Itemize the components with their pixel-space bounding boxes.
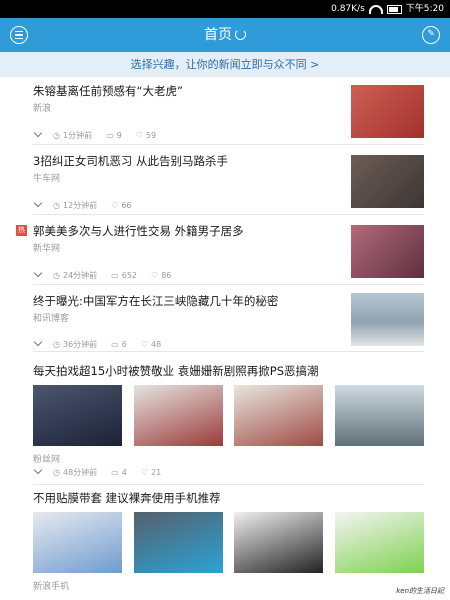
compass-icon[interactable]: ✎ (422, 26, 440, 44)
gallery-image[interactable] (234, 512, 324, 573)
comment-icon: ▭ (111, 340, 119, 349)
news-source: 新华网 (33, 244, 61, 254)
clock-icon: ◷ (53, 468, 60, 477)
clock-icon: ◷ (53, 201, 60, 210)
app-screen: 0.87K/s 下午5:20 首页 ✎ 选择兴趣，让你的新闻立即与众不同 > 朱… (0, 0, 450, 600)
wifi-icon (368, 4, 383, 14)
news-item[interactable]: 终于曝光:中国军方在长江三峡隐藏几十年的秘密 和讯博客 ◷ 36分钟前 ▭ 6 ♡ 4… (33, 293, 424, 352)
news-thumbnail[interactable] (351, 155, 424, 208)
chevron-down-icon[interactable] (33, 132, 44, 139)
news-source: 和讯博客 (33, 314, 70, 324)
news-title[interactable]: 终于曝光:中国军方在长江三峡隐藏几十年的秘密 (33, 293, 278, 309)
news-thumbnail[interactable] (351, 225, 424, 278)
news-title[interactable]: 每天拍戏超15小时被赞敬业 袁姗姗新剧照再掀PS恶搞潮 (33, 363, 319, 379)
heart-icon: ♡ (140, 340, 148, 349)
image-strip (33, 512, 424, 573)
comment-icon: ▭ (111, 271, 119, 280)
hot-badge: 热 (16, 225, 27, 236)
chevron-down-icon[interactable] (33, 341, 44, 348)
news-meta: ◷ 1分钟前 ▭ 9 ♡ 59 (33, 130, 170, 141)
news-item[interactable]: 郭美美多次与人进行性交易 外籍男子居多 新华网 ◷ 24分钟前 ▭ 652 ♡ 86 (33, 223, 424, 285)
watermark: ken的生活日記 (396, 587, 444, 595)
gallery-image[interactable] (234, 385, 324, 446)
news-source: 粉丝网 (33, 455, 61, 465)
news-title[interactable]: 朱镕基离任前预感有“大老虎” (33, 83, 183, 99)
news-meta: ◷ 36分钟前 ▭ 6 ♡ 48 (33, 339, 175, 350)
news-title[interactable]: 3招纠正女司机恶习 从此告别马路杀手 (33, 153, 228, 169)
chevron-down-icon[interactable] (33, 469, 44, 476)
network-speed: 0.87K/s (331, 4, 365, 14)
top-bar: 首页 ✎ (0, 18, 450, 52)
news-title[interactable]: 郭美美多次与人进行性交易 外籍男子居多 (33, 223, 244, 239)
gallery-image[interactable] (334, 512, 424, 573)
heart-icon: ♡ (140, 468, 148, 477)
battery-icon (386, 4, 402, 14)
clock-icon: ◷ (53, 131, 60, 140)
refresh-icon[interactable] (235, 29, 246, 40)
gallery-item[interactable]: 不用贴膜带套 建议裸奔使用手机推荐 新浪手机 (33, 490, 424, 592)
heart-icon: ♡ (151, 271, 159, 280)
news-thumbnail[interactable] (351, 293, 424, 346)
news-source: 牛车网 (33, 174, 61, 184)
news-title[interactable]: 不用贴膜带套 建议裸奔使用手机推荐 (33, 490, 221, 506)
heart-icon: ♡ (111, 201, 119, 210)
news-source: 新浪 (33, 104, 52, 114)
comment-icon: ▭ (111, 468, 119, 477)
news-item[interactable]: 3招纠正女司机恶习 从此告别马路杀手 牛车网 ◷ 12分钟前 ♡ 66 (33, 153, 424, 215)
interest-banner[interactable]: 选择兴趣，让你的新闻立即与众不同 > (0, 52, 450, 77)
news-source: 新浪手机 (33, 582, 70, 592)
chevron-down-icon[interactable] (33, 272, 44, 279)
chevron-down-icon[interactable] (33, 202, 44, 209)
gallery-image[interactable] (334, 385, 424, 446)
clock: 下午5:20 (405, 4, 444, 14)
clock-icon: ◷ (53, 271, 60, 280)
heart-icon: ♡ (135, 131, 143, 140)
gallery-image[interactable] (33, 512, 122, 573)
clock-icon: ◷ (53, 340, 60, 349)
page-title: 首页 (0, 18, 450, 52)
gallery-image[interactable] (33, 385, 122, 446)
news-meta: ◷ 24分钟前 ▭ 652 ♡ 86 (33, 270, 185, 281)
status-bar: 0.87K/s 下午5:20 (0, 0, 450, 18)
gallery-item[interactable]: 每天拍戏超15小时被赞敬业 袁姗姗新剧照再掀PS恶搞潮 粉丝网 ◷ 48分钟前 ▭… (33, 363, 424, 485)
gallery-image[interactable] (133, 385, 223, 446)
news-item[interactable]: 朱镕基离任前预感有“大老虎” 新浪 ◷ 1分钟前 ▭ 9 ♡ 59 (33, 83, 424, 145)
comment-icon: ▭ (106, 131, 114, 140)
gallery-image[interactable] (133, 512, 223, 573)
news-thumbnail[interactable] (351, 85, 424, 138)
news-meta: ◷ 12分钟前 ♡ 66 (33, 200, 146, 211)
image-strip (33, 385, 424, 446)
news-meta: ◷ 48分钟前 ▭ 4 ♡ 21 (33, 467, 175, 478)
